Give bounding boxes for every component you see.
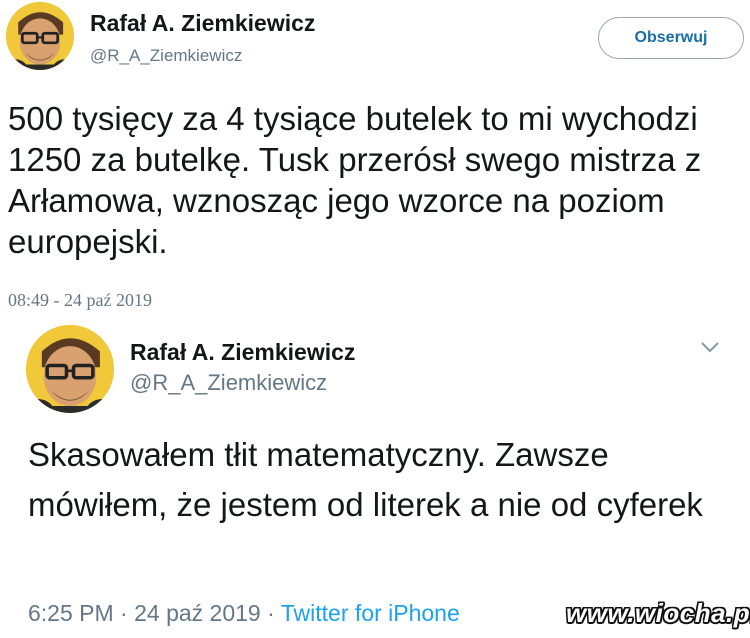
- avatar[interactable]: [26, 325, 114, 413]
- tweet-meta: 6:25 PM · 24 paź 2019 · Twitter for iPho…: [28, 600, 460, 627]
- tweet-time[interactable]: 6:25 PM: [28, 600, 114, 626]
- display-name[interactable]: Rafał A. Ziemkiewicz: [90, 10, 315, 37]
- display-name[interactable]: Rafał A. Ziemkiewicz: [130, 339, 355, 366]
- avatar[interactable]: [6, 2, 74, 70]
- tweet-source-link[interactable]: Twitter for iPhone: [281, 600, 460, 626]
- follow-button[interactable]: Obserwuj: [598, 17, 744, 59]
- meta-separator: ·: [120, 600, 128, 626]
- tweet-timestamp[interactable]: 08:49 - 24 paź 2019: [8, 290, 152, 311]
- watermark: www.wiocha.pl: [566, 598, 750, 628]
- meta-separator: ·: [267, 600, 275, 626]
- chevron-down-icon[interactable]: [700, 340, 720, 354]
- tweet-text: 500 tysięcy za 4 tysiące butelek to mi w…: [8, 100, 702, 260]
- user-handle[interactable]: @R_A_Ziemkiewicz: [90, 46, 242, 66]
- tweet-date[interactable]: 24 paź 2019: [134, 600, 261, 626]
- tweet-text: Skasowałem tłit matematyczny. Zawsze mów…: [28, 436, 703, 523]
- user-handle[interactable]: @R_A_Ziemkiewicz: [130, 370, 327, 396]
